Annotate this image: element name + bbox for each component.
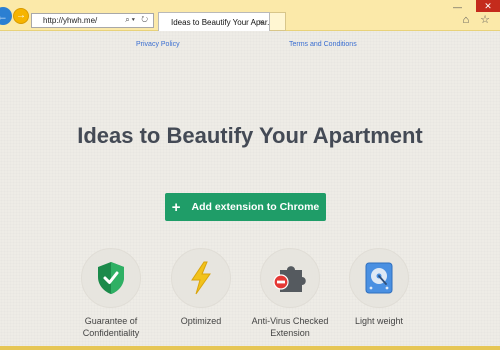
url-text[interactable]: http://yhwh.me/ <box>43 16 97 25</box>
minimize-icon[interactable]: — <box>453 2 462 12</box>
browser-toolbar: ← → http://yhwh.me/ ⌕▾ ↻ Ideas to Beauti… <box>0 0 500 32</box>
lightning-icon <box>191 261 211 295</box>
forward-icon[interactable]: → <box>13 8 29 24</box>
terms-link[interactable]: Terms and Conditions <box>289 41 357 48</box>
feature-label: Light weight <box>354 316 404 326</box>
add-extension-label: Add extension to Chrome <box>191 201 320 213</box>
home-favorites-icon[interactable]: ⌂ ☆ <box>462 13 494 26</box>
back-icon[interactable]: ← <box>0 7 12 25</box>
search-refresh-icon[interactable]: ⌕▾ ↻ <box>125 15 150 25</box>
plus-icon: + <box>171 198 181 216</box>
page-title: Ideas to Beautify Your Apartment <box>77 123 423 148</box>
feature-label: Confidentiality <box>82 328 140 338</box>
tab-active[interactable]: Ideas to Beautify Your Apar... × <box>158 12 274 32</box>
add-extension-button[interactable]: + Add extension to Chrome <box>165 193 326 221</box>
page-content: Privacy Policy Terms and Conditions Idea… <box>0 31 500 350</box>
shield-check-icon <box>98 262 124 294</box>
address-bar[interactable]: http://yhwh.me/ ⌕▾ ↻ <box>31 13 154 28</box>
feature-light-weight: Light weight <box>324 248 434 327</box>
bottom-border <box>0 346 500 350</box>
tab-close-icon[interactable]: × <box>259 17 264 27</box>
puzzle-block-icon <box>273 266 306 292</box>
new-tab-button[interactable] <box>270 12 286 31</box>
privacy-policy-link[interactable]: Privacy Policy <box>136 41 180 48</box>
window-close-button[interactable]: ✕ <box>476 0 500 12</box>
hard-drive-icon <box>365 262 393 294</box>
feature-label: Extension <box>270 328 310 338</box>
